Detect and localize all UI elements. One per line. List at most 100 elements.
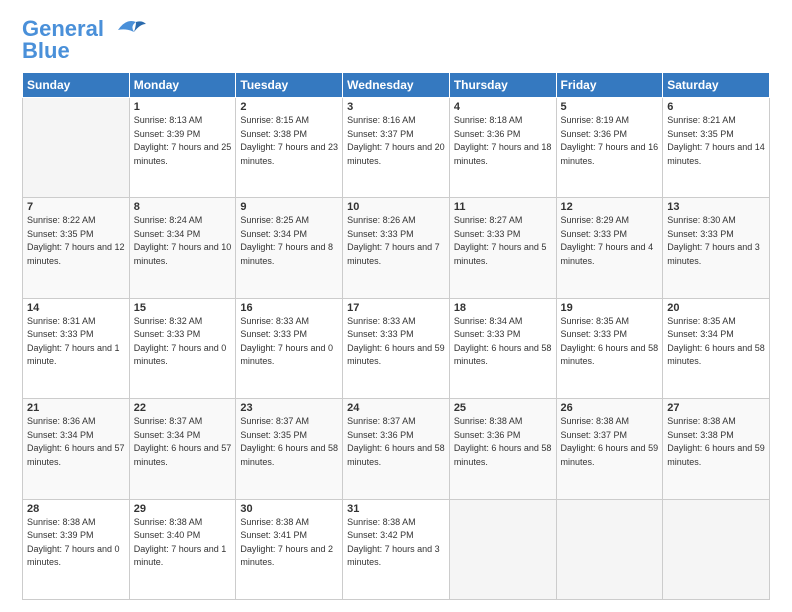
logo-text: General Blue xyxy=(22,18,104,62)
day-info: Sunrise: 8:25 AM Sunset: 3:34 PM Dayligh… xyxy=(240,214,338,268)
sunset-text: Sunset: 3:34 PM xyxy=(240,229,307,239)
sunrise-text: Sunrise: 8:31 AM xyxy=(27,316,96,326)
day-info: Sunrise: 8:26 AM Sunset: 3:33 PM Dayligh… xyxy=(347,214,445,268)
daylight-text: Daylight: 6 hours and 58 minutes. xyxy=(347,443,445,467)
day-cell: 10 Sunrise: 8:26 AM Sunset: 3:33 PM Dayl… xyxy=(343,198,450,298)
day-info: Sunrise: 8:38 AM Sunset: 3:40 PM Dayligh… xyxy=(134,516,232,570)
day-cell: 19 Sunrise: 8:35 AM Sunset: 3:33 PM Dayl… xyxy=(556,298,663,398)
sunrise-text: Sunrise: 8:26 AM xyxy=(347,215,416,225)
week-row-4: 21 Sunrise: 8:36 AM Sunset: 3:34 PM Dayl… xyxy=(23,399,770,499)
day-info: Sunrise: 8:19 AM Sunset: 3:36 PM Dayligh… xyxy=(561,114,659,168)
day-cell: 23 Sunrise: 8:37 AM Sunset: 3:35 PM Dayl… xyxy=(236,399,343,499)
daylight-text: Daylight: 7 hours and 3 minutes. xyxy=(347,544,440,568)
daylight-text: Daylight: 6 hours and 58 minutes. xyxy=(240,443,338,467)
sunrise-text: Sunrise: 8:35 AM xyxy=(667,316,736,326)
sunrise-text: Sunrise: 8:37 AM xyxy=(347,416,416,426)
sunrise-text: Sunrise: 8:38 AM xyxy=(134,517,203,527)
day-cell: 5 Sunrise: 8:19 AM Sunset: 3:36 PM Dayli… xyxy=(556,98,663,198)
day-cell xyxy=(663,499,770,599)
daylight-text: Daylight: 6 hours and 57 minutes. xyxy=(27,443,125,467)
sunset-text: Sunset: 3:33 PM xyxy=(347,329,414,339)
sunset-text: Sunset: 3:39 PM xyxy=(27,530,94,540)
day-cell: 22 Sunrise: 8:37 AM Sunset: 3:34 PM Dayl… xyxy=(129,399,236,499)
sunset-text: Sunset: 3:33 PM xyxy=(240,329,307,339)
day-cell: 25 Sunrise: 8:38 AM Sunset: 3:36 PM Dayl… xyxy=(449,399,556,499)
day-number: 14 xyxy=(27,302,125,314)
day-number: 23 xyxy=(240,402,338,414)
day-number: 12 xyxy=(561,201,659,213)
day-cell: 8 Sunrise: 8:24 AM Sunset: 3:34 PM Dayli… xyxy=(129,198,236,298)
day-number: 3 xyxy=(347,101,445,113)
sunrise-text: Sunrise: 8:38 AM xyxy=(347,517,416,527)
day-number: 16 xyxy=(240,302,338,314)
sunrise-text: Sunrise: 8:25 AM xyxy=(240,215,309,225)
day-number: 2 xyxy=(240,101,338,113)
sunset-text: Sunset: 3:40 PM xyxy=(134,530,201,540)
sunrise-text: Sunrise: 8:33 AM xyxy=(347,316,416,326)
day-cell: 4 Sunrise: 8:18 AM Sunset: 3:36 PM Dayli… xyxy=(449,98,556,198)
sunset-text: Sunset: 3:33 PM xyxy=(561,229,628,239)
day-cell: 13 Sunrise: 8:30 AM Sunset: 3:33 PM Dayl… xyxy=(663,198,770,298)
day-number: 7 xyxy=(27,201,125,213)
calendar-table: Sunday Monday Tuesday Wednesday Thursday… xyxy=(22,72,770,600)
daylight-text: Daylight: 7 hours and 20 minutes. xyxy=(347,142,445,166)
sunrise-text: Sunrise: 8:34 AM xyxy=(454,316,523,326)
day-info: Sunrise: 8:36 AM Sunset: 3:34 PM Dayligh… xyxy=(27,415,125,469)
day-number: 21 xyxy=(27,402,125,414)
daylight-text: Daylight: 7 hours and 3 minutes. xyxy=(667,242,760,266)
day-cell: 6 Sunrise: 8:21 AM Sunset: 3:35 PM Dayli… xyxy=(663,98,770,198)
day-number: 6 xyxy=(667,101,765,113)
day-cell: 2 Sunrise: 8:15 AM Sunset: 3:38 PM Dayli… xyxy=(236,98,343,198)
sunset-text: Sunset: 3:35 PM xyxy=(240,430,307,440)
sunrise-text: Sunrise: 8:27 AM xyxy=(454,215,523,225)
daylight-text: Daylight: 6 hours and 58 minutes. xyxy=(561,343,659,367)
daylight-text: Daylight: 6 hours and 59 minutes. xyxy=(667,443,765,467)
day-number: 4 xyxy=(454,101,552,113)
daylight-text: Daylight: 7 hours and 5 minutes. xyxy=(454,242,547,266)
sunset-text: Sunset: 3:42 PM xyxy=(347,530,414,540)
day-number: 30 xyxy=(240,503,338,515)
sunrise-text: Sunrise: 8:38 AM xyxy=(27,517,96,527)
week-row-3: 14 Sunrise: 8:31 AM Sunset: 3:33 PM Dayl… xyxy=(23,298,770,398)
daylight-text: Daylight: 7 hours and 8 minutes. xyxy=(240,242,333,266)
sunrise-text: Sunrise: 8:35 AM xyxy=(561,316,630,326)
sunset-text: Sunset: 3:35 PM xyxy=(667,129,734,139)
daylight-text: Daylight: 6 hours and 57 minutes. xyxy=(134,443,232,467)
daylight-text: Daylight: 7 hours and 10 minutes. xyxy=(134,242,232,266)
sunset-text: Sunset: 3:33 PM xyxy=(454,329,521,339)
day-cell: 7 Sunrise: 8:22 AM Sunset: 3:35 PM Dayli… xyxy=(23,198,130,298)
day-info: Sunrise: 8:22 AM Sunset: 3:35 PM Dayligh… xyxy=(27,214,125,268)
sunrise-text: Sunrise: 8:19 AM xyxy=(561,115,630,125)
day-cell xyxy=(449,499,556,599)
day-cell: 31 Sunrise: 8:38 AM Sunset: 3:42 PM Dayl… xyxy=(343,499,450,599)
day-info: Sunrise: 8:33 AM Sunset: 3:33 PM Dayligh… xyxy=(240,315,338,369)
day-number: 31 xyxy=(347,503,445,515)
day-info: Sunrise: 8:29 AM Sunset: 3:33 PM Dayligh… xyxy=(561,214,659,268)
day-info: Sunrise: 8:13 AM Sunset: 3:39 PM Dayligh… xyxy=(134,114,232,168)
day-number: 10 xyxy=(347,201,445,213)
col-saturday: Saturday xyxy=(663,73,770,98)
sunrise-text: Sunrise: 8:30 AM xyxy=(667,215,736,225)
sunset-text: Sunset: 3:33 PM xyxy=(134,329,201,339)
day-cell: 16 Sunrise: 8:33 AM Sunset: 3:33 PM Dayl… xyxy=(236,298,343,398)
sunset-text: Sunset: 3:38 PM xyxy=(240,129,307,139)
sunrise-text: Sunrise: 8:24 AM xyxy=(134,215,203,225)
daylight-text: Daylight: 7 hours and 0 minutes. xyxy=(240,343,333,367)
sunrise-text: Sunrise: 8:32 AM xyxy=(134,316,203,326)
day-cell xyxy=(23,98,130,198)
sunset-text: Sunset: 3:34 PM xyxy=(667,329,734,339)
daylight-text: Daylight: 7 hours and 18 minutes. xyxy=(454,142,552,166)
page: General Blue Sunday Monday Tuesday Wedne… xyxy=(0,0,792,612)
day-number: 28 xyxy=(27,503,125,515)
day-info: Sunrise: 8:33 AM Sunset: 3:33 PM Dayligh… xyxy=(347,315,445,369)
col-monday: Monday xyxy=(129,73,236,98)
daylight-text: Daylight: 7 hours and 16 minutes. xyxy=(561,142,659,166)
day-number: 1 xyxy=(134,101,232,113)
daylight-text: Daylight: 7 hours and 0 minutes. xyxy=(134,343,227,367)
day-cell: 20 Sunrise: 8:35 AM Sunset: 3:34 PM Dayl… xyxy=(663,298,770,398)
day-info: Sunrise: 8:38 AM Sunset: 3:36 PM Dayligh… xyxy=(454,415,552,469)
day-cell: 18 Sunrise: 8:34 AM Sunset: 3:33 PM Dayl… xyxy=(449,298,556,398)
sunset-text: Sunset: 3:36 PM xyxy=(347,430,414,440)
day-info: Sunrise: 8:38 AM Sunset: 3:37 PM Dayligh… xyxy=(561,415,659,469)
day-info: Sunrise: 8:31 AM Sunset: 3:33 PM Dayligh… xyxy=(27,315,125,369)
